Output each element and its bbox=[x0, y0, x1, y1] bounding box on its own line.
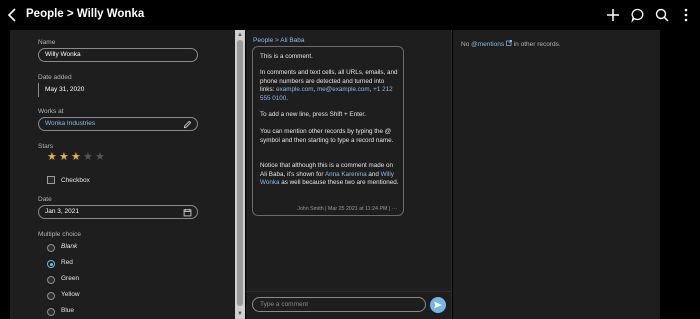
radio-green[interactable] bbox=[47, 276, 55, 284]
name-field[interactable]: Willy Wonka bbox=[38, 48, 198, 62]
date-added-value: May 31, 2020 bbox=[38, 83, 198, 97]
comment-paragraph-5: Notice that although this is a comment m… bbox=[260, 162, 400, 188]
mentions-empty-message: No @mentions in other records. bbox=[461, 40, 561, 48]
url-link[interactable]: example.com bbox=[276, 86, 313, 93]
radio-blank[interactable] bbox=[47, 244, 55, 252]
choice-label-blue: Blue bbox=[61, 307, 75, 314]
breadcrumb-parent[interactable]: People bbox=[26, 8, 64, 20]
star-icon[interactable]: ★ bbox=[71, 152, 81, 163]
works-at-field[interactable]: Wonka Industries bbox=[38, 117, 198, 131]
comment-meta[interactable]: John Smith | Mar 25 2021 at 11:24 PM | ·… bbox=[297, 206, 397, 212]
mentions-link[interactable]: @mentions bbox=[471, 41, 504, 48]
scrollbar-thumb[interactable] bbox=[237, 40, 243, 306]
date-value: Jan 3, 2021 bbox=[45, 208, 79, 215]
comment-paragraph-2: In comments and text cells, all URLs, em… bbox=[260, 69, 400, 103]
comments-divider bbox=[246, 291, 452, 292]
record-title: Willy Wonka bbox=[76, 8, 145, 20]
name-label: Name bbox=[38, 39, 56, 46]
radio-red[interactable] bbox=[47, 260, 55, 268]
top-bar: People > Willy Wonka bbox=[0, 0, 700, 30]
breadcrumb-separator: > bbox=[63, 8, 77, 20]
mentions-text: in other records. bbox=[511, 41, 561, 48]
left-panel-scrollbar[interactable]: ▲ ▼ bbox=[235, 30, 245, 319]
stars-label: Stars bbox=[38, 143, 54, 150]
more-icon[interactable] bbox=[678, 7, 694, 23]
checkbox-label: Checkbox bbox=[61, 177, 90, 184]
comment-text: and bbox=[366, 170, 381, 178]
works-at-link[interactable]: Wonka Industries bbox=[45, 120, 95, 127]
radio-yellow[interactable] bbox=[47, 292, 55, 300]
comment-icon[interactable] bbox=[630, 7, 646, 23]
comment-text: . bbox=[286, 94, 289, 102]
choice-label-red: Red bbox=[61, 259, 73, 266]
star-icon[interactable]: ★ bbox=[83, 152, 93, 163]
right-gutter bbox=[660, 30, 700, 319]
mentions-text: No bbox=[461, 41, 472, 48]
comment-record-link[interactable]: People > Ali Baba bbox=[253, 37, 305, 44]
date-field[interactable]: Jan 3, 2021 bbox=[38, 205, 198, 219]
email-link[interactable]: me@example.com bbox=[317, 86, 370, 93]
mentions-panel bbox=[453, 30, 660, 319]
pencil-icon[interactable] bbox=[183, 120, 192, 129]
calendar-icon[interactable] bbox=[183, 208, 192, 217]
star-icon[interactable]: ★ bbox=[47, 152, 57, 163]
comment-input[interactable]: Type a comment bbox=[252, 297, 426, 312]
search-icon[interactable] bbox=[654, 7, 670, 23]
checkbox[interactable] bbox=[47, 176, 55, 184]
mention-link-anna[interactable]: Anna Karenina bbox=[325, 171, 367, 178]
page-title: People > Willy Wonka bbox=[26, 8, 144, 20]
choice-label-green: Green bbox=[61, 275, 80, 282]
comment-paragraph-4: You can mention other records by typing … bbox=[260, 128, 394, 144]
scroll-up-arrow[interactable]: ▲ bbox=[237, 32, 243, 38]
send-icon bbox=[434, 301, 442, 309]
radio-blue[interactable] bbox=[47, 308, 55, 316]
comment-paragraph-1: This is a comment. bbox=[260, 53, 313, 60]
star-icon[interactable]: ★ bbox=[59, 152, 69, 163]
send-button[interactable] bbox=[430, 297, 446, 313]
comment-bubble: This is a comment. In comments and text … bbox=[252, 46, 404, 216]
back-icon[interactable] bbox=[6, 7, 20, 23]
date-added-label: Date added bbox=[38, 74, 72, 81]
name-value: Willy Wonka bbox=[45, 51, 81, 58]
choice-label-yellow: Yellow bbox=[61, 291, 80, 298]
comment-paragraph-3: To add a new line, press Shift + Enter. bbox=[260, 111, 366, 118]
plus-icon[interactable] bbox=[605, 7, 621, 23]
star-icon[interactable]: ★ bbox=[95, 152, 105, 163]
multiple-choice-label: Multiple choice bbox=[38, 231, 81, 238]
comment-text: as well because these two are mentioned. bbox=[279, 179, 399, 187]
comment-input-placeholder: Type a comment bbox=[260, 301, 309, 308]
scroll-down-arrow[interactable]: ▼ bbox=[237, 311, 243, 317]
date-label: Date bbox=[38, 196, 52, 203]
choice-label-blank: Blank bbox=[61, 243, 78, 250]
works-at-label: Works at bbox=[38, 108, 64, 115]
